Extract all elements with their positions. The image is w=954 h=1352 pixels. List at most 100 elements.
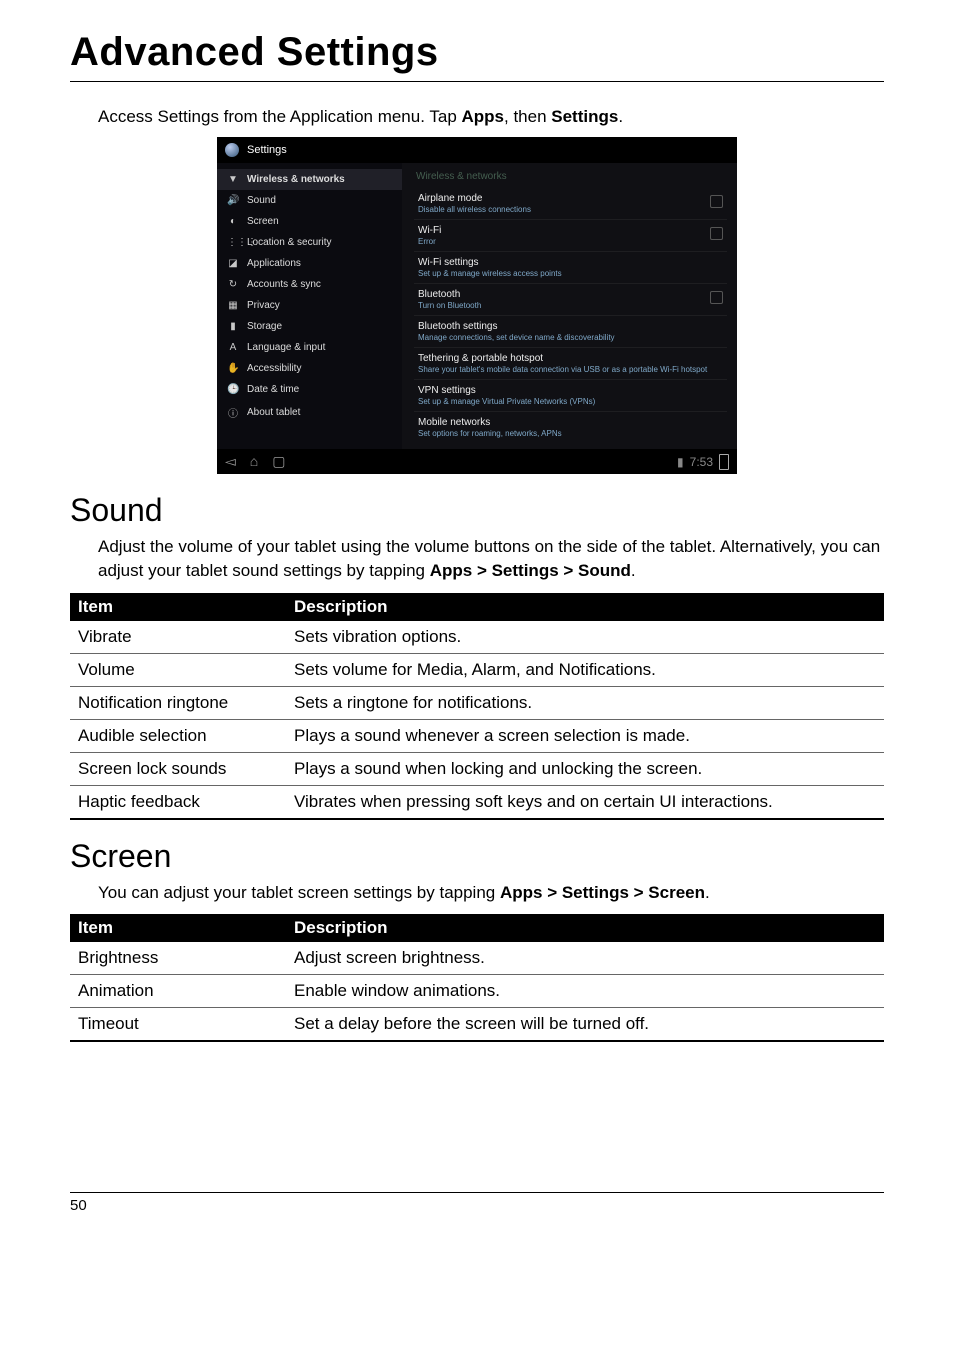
row-sub: Error — [418, 237, 702, 246]
cell-desc: Sets vibration options. — [286, 621, 884, 654]
sidebar-item-datetime[interactable]: 🕒 Date & time — [217, 379, 402, 400]
row-sub: Manage connections, set device name & di… — [418, 333, 723, 342]
cell-desc: Set a delay before the screen will be tu… — [286, 1008, 884, 1042]
signal-icon: ▮ — [677, 455, 684, 469]
page-footer: 50 — [70, 1192, 884, 1214]
screenshot-navbar: ◅ ⌂ ▢ ▮ 7:53 — [217, 449, 737, 474]
row-title: Airplane mode — [418, 193, 702, 204]
detail-header: Wireless & networks — [414, 169, 727, 188]
sidebar-item-language[interactable]: ALanguage & input — [217, 337, 402, 358]
cell-item: Volume — [70, 653, 286, 686]
cell-desc: Plays a sound whenever a screen selectio… — [286, 719, 884, 752]
row-title: Tethering & portable hotspot — [418, 353, 723, 364]
sound-table: Item Description VibrateSets vibration o… — [70, 593, 884, 820]
row-title: VPN settings — [418, 385, 723, 396]
intro-suffix: . — [618, 107, 623, 126]
row-title: Bluetooth — [418, 289, 702, 300]
home-icon[interactable]: ⌂ — [250, 453, 258, 470]
row-title: Bluetooth settings — [418, 321, 723, 332]
row-bluetooth-settings[interactable]: Bluetooth settingsManage connections, se… — [414, 316, 727, 348]
sidebar-item-label: Accessibility — [247, 363, 301, 374]
sound-heading: Sound — [70, 492, 884, 529]
path-sep: > — [542, 883, 561, 902]
path-screen: Screen — [648, 883, 705, 902]
table-row: Notification ringtoneSets a ringtone for… — [70, 686, 884, 719]
path-sep: > — [559, 561, 578, 580]
sidebar-item-accounts[interactable]: ↻Accounts & sync — [217, 274, 402, 295]
sidebar-item-label: Sound — [247, 195, 276, 206]
sidebar-item-privacy[interactable]: ▦ Privacy — [217, 295, 402, 316]
wireless-icon: ▼ — [227, 174, 239, 185]
sidebar-item-accessibility[interactable]: ✋ Accessibility — [217, 358, 402, 379]
row-sub: Disable all wireless connections — [418, 205, 702, 214]
row-wifi[interactable]: Wi-FiError — [414, 220, 727, 252]
back-icon[interactable]: ◅ — [225, 453, 236, 470]
cell-item: Animation — [70, 975, 286, 1008]
recent-icon[interactable]: ▢ — [272, 453, 285, 470]
sidebar-item-about[interactable]: ⓘAbout tablet — [217, 400, 402, 425]
sidebar-item-label: Date & time — [247, 384, 299, 395]
sidebar-item-label: Location & security — [247, 237, 332, 248]
screen-text: You can adjust your tablet screen settin… — [98, 883, 500, 902]
row-vpn[interactable]: VPN settingsSet up & manage Virtual Priv… — [414, 380, 727, 412]
sidebar-item-label: Wireless & networks — [247, 174, 345, 185]
intro-settings: Settings — [551, 107, 618, 126]
row-sub: Share your tablet's mobile data connecti… — [418, 365, 723, 374]
cell-desc: Plays a sound when locking and unlocking… — [286, 752, 884, 785]
row-sub: Set up & manage wireless access points — [418, 269, 723, 278]
sidebar-item-wireless[interactable]: ▼ Wireless & networks — [217, 169, 402, 190]
battery-icon — [719, 454, 729, 470]
sidebar-item-location[interactable]: ⋮⋮⋮Location & security — [217, 232, 402, 253]
row-sub: Set up & manage Virtual Private Networks… — [418, 397, 723, 406]
table-row: BrightnessAdjust screen brightness. — [70, 942, 884, 975]
checkbox[interactable] — [710, 291, 723, 304]
col-item: Item — [70, 593, 286, 621]
cell-desc: Enable window animations. — [286, 975, 884, 1008]
cell-desc: Sets volume for Media, Alarm, and Notifi… — [286, 653, 884, 686]
row-tethering[interactable]: Tethering & portable hotspotShare your t… — [414, 348, 727, 380]
screenshot-header: Settings — [217, 137, 737, 163]
cell-desc: Adjust screen brightness. — [286, 942, 884, 975]
sidebar-item-screen[interactable]: ◐Screen — [217, 211, 402, 232]
sidebar-item-storage[interactable]: ▮Storage — [217, 316, 402, 337]
table-row: VolumeSets volume for Media, Alarm, and … — [70, 653, 884, 686]
path-settings: Settings — [492, 561, 559, 580]
accessibility-icon: ✋ — [227, 363, 239, 374]
row-airplane[interactable]: Airplane modeDisable all wireless connec… — [414, 188, 727, 220]
cell-item: Screen lock sounds — [70, 752, 286, 785]
settings-screenshot: Settings ▼ Wireless & networks 🔊Sound ◐Sc… — [217, 137, 737, 474]
sidebar-item-sound[interactable]: 🔊Sound — [217, 190, 402, 211]
col-item: Item — [70, 914, 286, 942]
table-row: Screen lock soundsPlays a sound when loc… — [70, 752, 884, 785]
sync-icon: ↻ — [227, 279, 239, 290]
row-wifi-settings[interactable]: Wi-Fi settingsSet up & manage wireless a… — [414, 252, 727, 284]
privacy-icon: ▦ — [227, 300, 239, 311]
sidebar-item-applications[interactable]: ◪Applications — [217, 253, 402, 274]
row-mobile[interactable]: Mobile networksSet options for roaming, … — [414, 412, 727, 443]
checkbox[interactable] — [710, 195, 723, 208]
path-apps: Apps — [430, 561, 473, 580]
sidebar-item-label: Screen — [247, 216, 279, 227]
clock-icon: 🕒 — [227, 384, 239, 395]
sidebar-item-label: Applications — [247, 258, 301, 269]
table-row: Haptic feedbackVibrates when pressing so… — [70, 785, 884, 819]
table-row: Audible selectionPlays a sound whenever … — [70, 719, 884, 752]
checkbox[interactable] — [710, 227, 723, 240]
screen-table: Item Description BrightnessAdjust screen… — [70, 914, 884, 1042]
row-sub: Turn on Bluetooth — [418, 301, 702, 310]
table-row: TimeoutSet a delay before the screen wil… — [70, 1008, 884, 1042]
sidebar-item-label: Privacy — [247, 300, 280, 311]
table-row: VibrateSets vibration options. — [70, 621, 884, 654]
sidebar-item-label: About tablet — [247, 407, 300, 418]
row-title: Wi-Fi — [418, 225, 702, 236]
row-bluetooth[interactable]: BluetoothTurn on Bluetooth — [414, 284, 727, 316]
path-settings: Settings — [562, 883, 629, 902]
cell-item: Timeout — [70, 1008, 286, 1042]
clock-time: 7:53 — [690, 455, 713, 469]
path-apps: Apps — [500, 883, 543, 902]
screen-suffix: . — [705, 883, 710, 902]
screen-heading: Screen — [70, 838, 884, 875]
page-title: Advanced Settings — [70, 30, 884, 82]
intro-text: Access Settings from the Application men… — [98, 107, 462, 126]
screenshot-sidebar: ▼ Wireless & networks 🔊Sound ◐Screen ⋮⋮⋮L… — [217, 163, 402, 449]
